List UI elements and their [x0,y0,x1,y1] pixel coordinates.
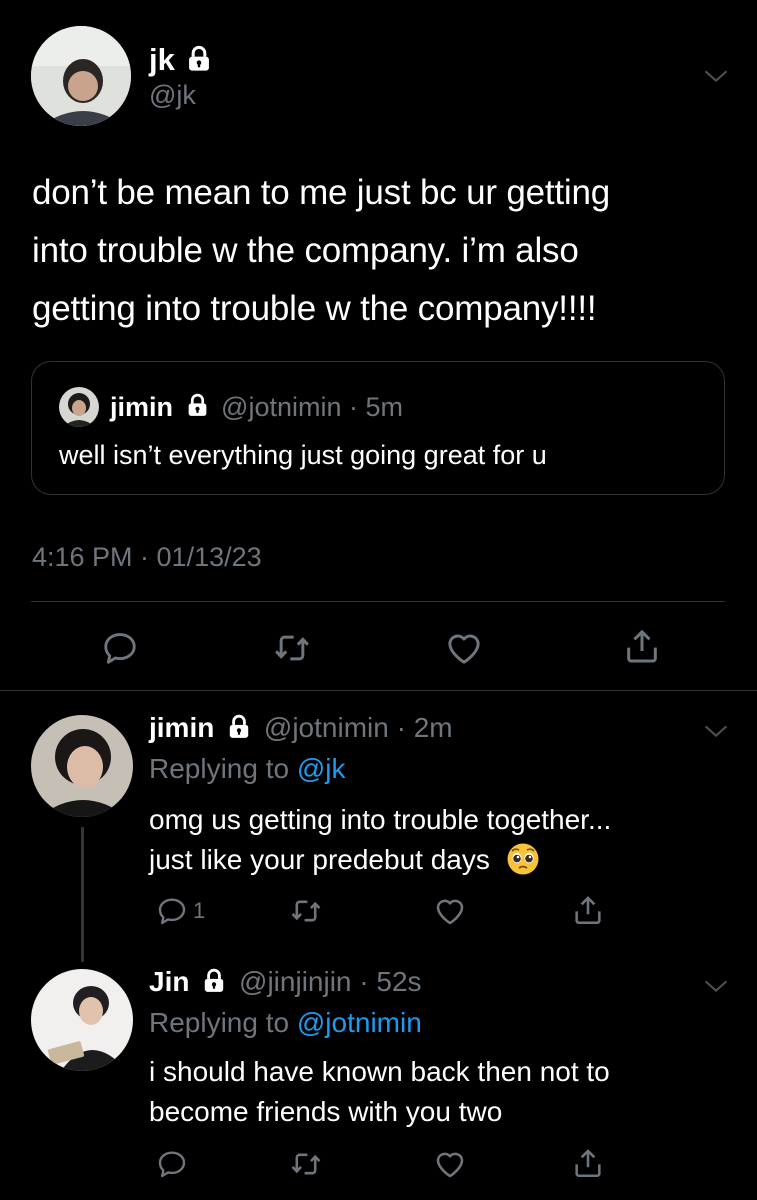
separator-dot: · [359,966,369,997]
share-icon[interactable] [571,1146,605,1180]
retweet-icon[interactable] [289,894,323,928]
reply-text-line: i should have known back then not to [149,1056,610,1087]
reply-text: omg us getting into trouble together... … [149,800,611,880]
replying-to-label: Replying to [149,753,297,784]
handle[interactable]: @jinjinjin [239,966,351,997]
lock-icon [185,393,210,418]
share-icon[interactable] [622,626,662,666]
display-name[interactable]: jk [149,42,175,77]
lock-icon [185,45,213,73]
thread-line [81,827,84,962]
reply-text: i should have known back then not to bec… [149,1052,610,1132]
lock-icon [201,968,227,994]
reply-icon[interactable] [101,629,139,667]
tweet-time: 52s [376,966,422,997]
quote-time: 5m [365,392,404,422]
avatar[interactable] [31,969,133,1071]
quote-avatar [59,387,99,427]
tweet-text-line: getting into trouble w the company!!!! [32,289,597,328]
reply-text-line: omg us getting into trouble together... [149,804,612,835]
display-name[interactable]: Jin [149,966,189,997]
share-icon[interactable] [571,893,605,927]
retweet-icon[interactable] [272,628,312,668]
chevron-down-icon[interactable] [702,972,730,1000]
quoted-tweet[interactable]: jimin @jotnimin · 5m well isn’t everythi… [31,361,725,495]
separator-dot: · [396,712,406,743]
pleading-face-emoji [507,843,539,875]
heart-icon[interactable] [433,1147,467,1181]
separator-dot: · [349,392,359,422]
divider [0,690,757,691]
reply-count: 1 [193,898,206,923]
replying-to-link[interactable]: @jotnimin [297,1007,422,1038]
chevron-down-icon[interactable] [702,717,730,745]
quote-display-name: jimin [110,392,174,422]
reply-icon[interactable] [156,895,188,927]
avatar[interactable] [31,26,131,126]
replying-to-label: Replying to [149,1007,297,1038]
tweet-text: don’t be mean to me just bc ur getting i… [32,164,610,338]
avatar[interactable] [31,715,133,817]
avatar-photo [31,26,131,126]
reply-icon[interactable] [156,1148,188,1180]
heart-icon[interactable] [433,894,467,928]
quote-text: well isn’t everything just going great f… [59,440,547,470]
quote-handle: @jotnimin [221,392,342,422]
divider [31,601,725,602]
reply-text-line: become friends with you two [149,1096,503,1127]
tweet-timestamp[interactable]: 4:16 PM · 01/13/23 [32,542,262,573]
retweet-icon[interactable] [289,1147,323,1181]
handle[interactable]: @jk [149,80,196,111]
replying-to-link[interactable]: @jk [297,753,346,784]
handle[interactable]: @jotnimin [264,712,389,743]
lock-icon [226,714,252,740]
heart-icon[interactable] [444,628,484,668]
chevron-down-icon[interactable] [702,62,730,90]
tweet-time: 2m [413,712,453,743]
reply-text-line: just like your predebut days [149,844,490,875]
tweet-text-line: into trouble w the company. i’m also [32,231,579,270]
display-name[interactable]: jimin [149,712,214,743]
tweet-text-line: don’t be mean to me just bc ur getting [32,173,611,212]
